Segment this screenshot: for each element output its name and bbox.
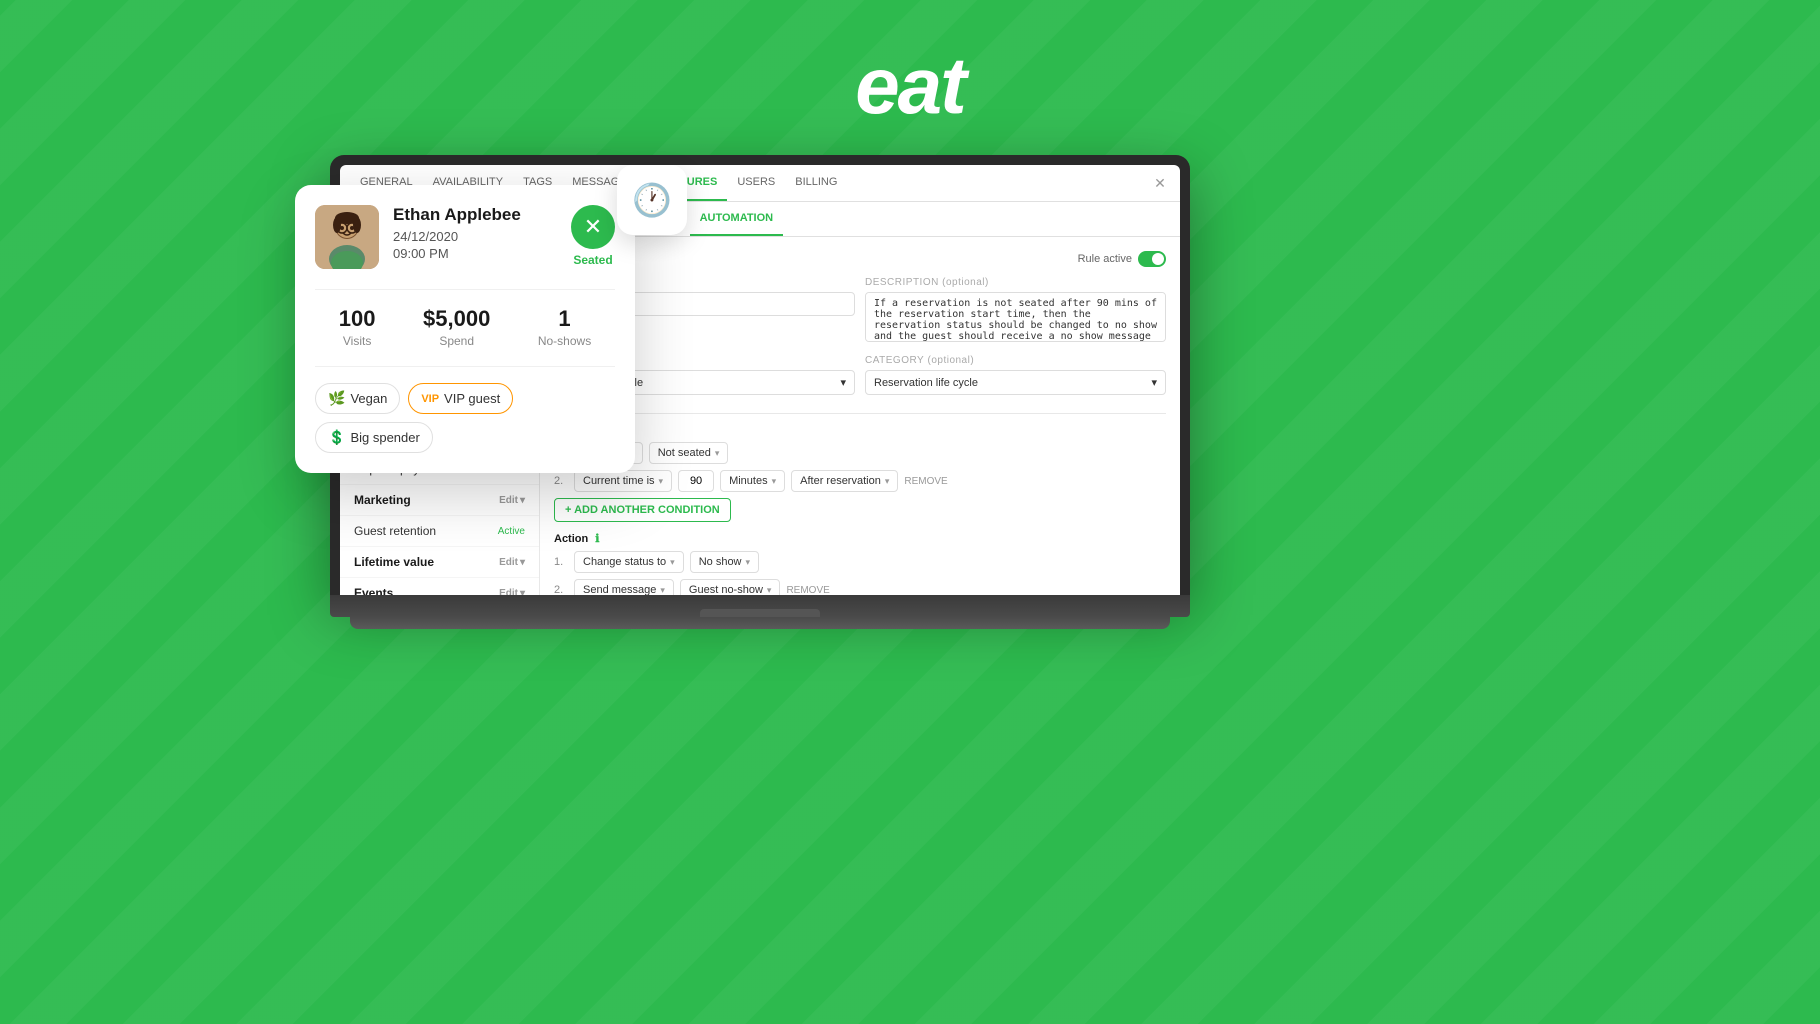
stat-visits-label: Visits — [343, 334, 371, 348]
laptop-bottom — [350, 617, 1170, 629]
tag-bigspender: 💲 Big spender — [315, 422, 433, 453]
seated-label: Seated — [573, 253, 612, 267]
category-chevron: ▾ — [1151, 376, 1157, 389]
sidebar-guest-retention[interactable]: Guest retention Active — [340, 516, 539, 547]
category-select[interactable]: Reservation life cycle ▾ — [865, 370, 1166, 395]
description-optional: (optional) — [942, 277, 989, 288]
stat-spend-value: $5,000 — [423, 306, 490, 332]
tab-billing[interactable]: BILLING — [785, 165, 847, 201]
laptop-notch — [700, 609, 820, 617]
action-2: 2. Send message ▾ Guest no-show ▾ REMOVE — [554, 579, 1166, 595]
action-2-num: 2. — [554, 584, 568, 595]
vegan-icon: 🌿 — [328, 390, 345, 407]
close-button[interactable]: ✕ — [1150, 173, 1170, 193]
tag-vegan: 🌿 Vegan — [315, 383, 400, 414]
action-section: Action ℹ 1. Change status to ▾ — [554, 532, 1166, 595]
guest-card-header: Ethan Applebee 24/12/2020 09:00 PM ✕ Sea… — [315, 205, 615, 269]
tab-users[interactable]: USERS — [727, 165, 785, 201]
condition-2-remove[interactable]: REMOVE — [904, 476, 947, 487]
sidebar-events-label: Events — [354, 586, 393, 595]
action-2-field2[interactable]: Guest no-show ▾ — [680, 579, 781, 595]
condition-2: 2. Current time is ▾ Minutes ▾ — [554, 470, 1166, 492]
laptop-base — [330, 595, 1190, 617]
guest-card: Ethan Applebee 24/12/2020 09:00 PM ✕ Sea… — [295, 185, 635, 473]
condition-2-field1[interactable]: Current time is ▾ — [574, 470, 672, 492]
stats-row: 100 Visits $5,000 Spend 1 No-shows — [315, 289, 615, 367]
action-section-title: Action ℹ — [554, 532, 1166, 545]
type-category-row: TYPE Reservation rule ▾ CATEGORY (option… — [554, 355, 1166, 405]
sidebar-marketing-label: Marketing — [354, 493, 411, 507]
type-chevron: ▾ — [840, 376, 846, 389]
stat-spend-label: Spend — [439, 334, 474, 348]
seated-badge: ✕ Seated — [571, 205, 615, 267]
bigspender-icon: 💲 — [328, 429, 345, 446]
description-textarea[interactable]: If a reservation is not seated after 90 … — [865, 292, 1166, 342]
add-condition-button[interactable]: + ADD ANOTHER CONDITION — [554, 498, 731, 522]
action-2-remove[interactable]: REMOVE — [786, 585, 829, 596]
category-field: CATEGORY (optional) Reservation life cyc… — [865, 355, 1166, 395]
vip-prefix: VIP — [421, 393, 439, 405]
sidebar-marketing-edit[interactable]: Edit ▾ — [499, 495, 525, 506]
guest-info: Ethan Applebee 24/12/2020 09:00 PM — [393, 205, 557, 261]
rule-active-label: Rule active — [1078, 253, 1132, 265]
sidebar-lifetime-label: Lifetime value — [354, 555, 434, 569]
sidebar-marketing[interactable]: Marketing Edit ▾ — [340, 485, 539, 516]
rule-name-desc-row: RULE NAME DESCRIPTION (optional) If a re… — [554, 277, 1166, 355]
action-1: 1. Change status to ▾ No show ▾ — [554, 551, 1166, 573]
clock-icon: 🕐 — [632, 181, 672, 219]
action-info-icon: ℹ — [595, 533, 599, 545]
description-label: DESCRIPTION (optional) — [865, 277, 1166, 288]
stat-noshows: 1 No-shows — [538, 306, 591, 350]
subtab-automation[interactable]: AUTOMATION — [690, 202, 784, 236]
tag-vegan-label: Vegan — [350, 391, 387, 406]
action-1-num: 1. — [554, 556, 568, 568]
stat-spend: $5,000 Spend — [423, 306, 490, 350]
category-label: CATEGORY (optional) — [865, 355, 1166, 366]
condition-section-title: Condition — [554, 424, 1166, 436]
tag-vip: VIP VIP guest — [408, 383, 513, 414]
sidebar-retention-badge: Active — [498, 526, 525, 537]
app-logo: eat — [855, 40, 965, 132]
stat-visits-value: 100 — [339, 306, 376, 332]
sidebar-retention-label: Guest retention — [354, 524, 436, 538]
rule-active-toggle[interactable] — [1138, 251, 1166, 267]
seated-icon: ✕ — [571, 205, 615, 249]
condition-2-field4[interactable]: After reservation ▾ — [791, 470, 898, 492]
condition-2-minutes-input[interactable] — [678, 470, 714, 492]
stat-visits: 100 Visits — [339, 306, 376, 350]
category-value: Reservation life cycle — [874, 377, 978, 389]
action-1-field2[interactable]: No show ▾ — [690, 551, 759, 573]
clock-widget: 🕐 — [617, 165, 687, 235]
stat-noshows-value: 1 — [538, 306, 591, 332]
sidebar-events-edit[interactable]: Edit ▾ — [499, 588, 525, 596]
sidebar-lifetime-value[interactable]: Lifetime value Edit ▾ — [340, 547, 539, 578]
tag-bigspender-label: Big spender — [350, 430, 419, 445]
sidebar-events[interactable]: Events Edit ▾ — [340, 578, 539, 595]
guest-avatar — [315, 205, 379, 269]
category-optional: (optional) — [927, 355, 974, 366]
description-field: DESCRIPTION (optional) If a reservation … — [865, 277, 1166, 345]
stat-noshows-label: No-shows — [538, 334, 591, 348]
tags-row: 🌿 Vegan VIP VIP guest 💲 Big spender — [315, 383, 615, 453]
rule-active-row: Rule active — [554, 251, 1166, 267]
condition-2-num: 2. — [554, 475, 568, 487]
tag-vip-label: VIP guest — [444, 391, 500, 406]
guest-date: 24/12/2020 — [393, 229, 557, 244]
condition-1: 1. Status is ▾ Not seated ▾ — [554, 442, 1166, 464]
main-panel: Rule active RULE NAME DESCRIPTIO — [540, 237, 1180, 595]
sidebar-lifetime-edit[interactable]: Edit ▾ — [499, 557, 525, 568]
action-2-field1[interactable]: Send message ▾ — [574, 579, 674, 595]
guest-name: Ethan Applebee — [393, 205, 557, 225]
condition-2-field3[interactable]: Minutes ▾ — [720, 470, 785, 492]
avatar-image — [315, 205, 379, 269]
divider-1 — [554, 413, 1166, 414]
guest-time: 09:00 PM — [393, 246, 557, 261]
condition-1-field2[interactable]: Not seated ▾ — [649, 442, 729, 464]
action-1-field1[interactable]: Change status to ▾ — [574, 551, 684, 573]
